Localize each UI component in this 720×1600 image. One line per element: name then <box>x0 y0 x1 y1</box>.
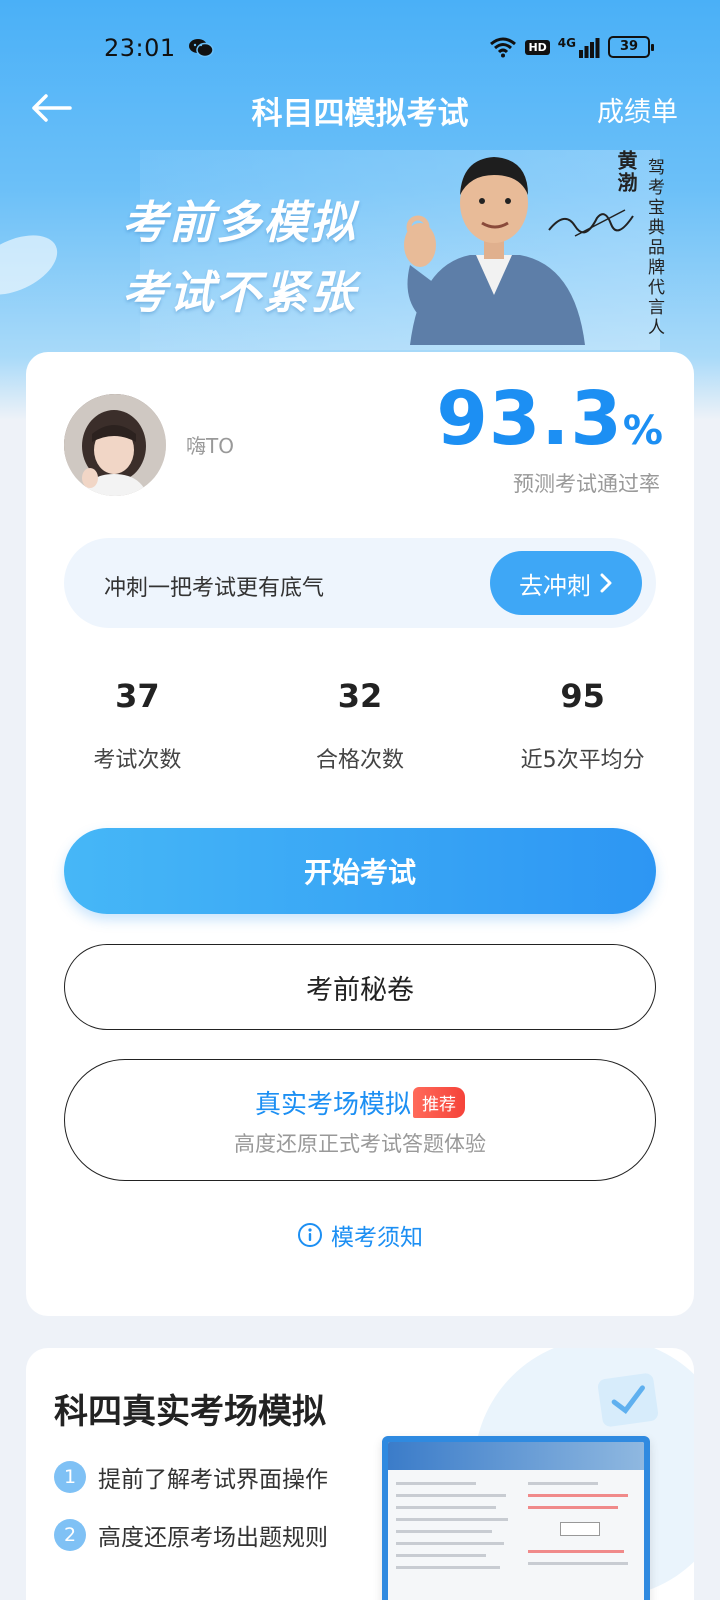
battery-icon: 39 <box>608 36 654 58</box>
stat-value: 32 <box>337 677 383 715</box>
signal-icon <box>579 38 600 58</box>
real-exam-title-text: 真实考场模拟 <box>254 1090 411 1120</box>
real-exam-subtitle: 高度还原正式考试答题体验 <box>234 1132 486 1156</box>
stat-exam-count: 37 考试次数 <box>26 670 249 780</box>
wechat-icon <box>189 39 214 58</box>
pass-rate-unit: % <box>622 408 664 454</box>
info-icon <box>298 1223 322 1247</box>
feature-item: 2 高度还原考场出题规则 <box>54 1518 328 1552</box>
pass-rate-value: 93.3% <box>436 376 664 462</box>
exam-screen-preview <box>382 1436 650 1600</box>
stat-label: 考试次数 <box>93 748 182 773</box>
feature-number: 1 <box>54 1461 86 1493</box>
wifi-icon <box>490 37 517 58</box>
section-title: 科四真实考场模拟 <box>54 1392 326 1432</box>
checkmark-icon <box>596 1372 660 1428</box>
start-exam-button[interactable]: 开始考试 <box>64 828 656 914</box>
spokesperson-image <box>404 157 585 345</box>
signature <box>548 209 634 237</box>
exam-stats: 37 考试次数 32 合格次数 95 近5次平均分 <box>26 670 694 780</box>
banner-slogan: 考前多模拟 考试不紧张 <box>122 188 357 328</box>
endorser-title: 驾考宝典品牌代言人 <box>644 158 664 338</box>
recommend-badge: 推荐 <box>413 1087 465 1118</box>
stat-pass-count: 32 合格次数 <box>249 670 472 780</box>
banner-decoration <box>0 223 67 307</box>
exam-notice-link[interactable]: 模考须知 <box>26 1218 694 1252</box>
navigation-bar: 科目四模拟考试 成绩单 <box>0 80 720 136</box>
score-sheet-link[interactable]: 成绩单 <box>597 90 678 129</box>
sprint-banner: 冲刺一把考试更有底气 去冲刺 <box>64 538 656 628</box>
feature-number: 2 <box>54 1519 86 1551</box>
real-exam-intro-card: 科四真实考场模拟 1 提前了解考试界面操作 2 高度还原考场出题规则 <box>26 1348 694 1600</box>
feature-text: 高度还原考场出题规则 <box>98 1525 328 1551</box>
network-label: 4G <box>557 36 576 50</box>
exam-notice-label: 模考须知 <box>331 1225 423 1251</box>
status-bar: 23:01 HD 4G 39 <box>0 30 720 66</box>
exam-summary-card: 嗨TO 93.3% 预测考试通过率 冲刺一把考试更有底气 去冲刺 37 考试次数… <box>26 352 694 1316</box>
chevron-right-icon <box>600 573 612 593</box>
pass-rate-number: 93.3 <box>436 376 623 462</box>
status-icons: HD 4G 39 <box>489 36 654 58</box>
real-exam-title: 真实考场模拟 推荐 <box>65 1084 655 1121</box>
stat-label: 近5次平均分 <box>520 748 645 773</box>
sprint-button[interactable]: 去冲刺 <box>490 551 642 615</box>
avatar-photo <box>64 394 166 496</box>
feature-item: 1 提前了解考试界面操作 <box>54 1460 328 1494</box>
username: 嗨TO <box>186 434 234 458</box>
stat-label: 合格次数 <box>316 748 405 773</box>
status-time: 23:01 <box>104 34 176 62</box>
real-exam-simulation-button[interactable]: 真实考场模拟 推荐 高度还原正式考试答题体验 <box>64 1059 656 1181</box>
endorser-name: 黄渤 <box>614 150 638 194</box>
secret-paper-button[interactable]: 考前秘卷 <box>64 944 656 1030</box>
sprint-text: 冲刺一把考试更有底气 <box>104 576 325 601</box>
stat-value: 37 <box>115 677 160 715</box>
stat-value: 95 <box>560 677 605 715</box>
hd-badge: HD <box>525 39 550 55</box>
sprint-button-label: 去冲刺 <box>519 571 591 600</box>
stat-average-score: 95 近5次平均分 <box>471 670 694 780</box>
avatar[interactable] <box>64 394 166 496</box>
pass-rate-label: 预测考试通过率 <box>513 472 660 496</box>
feature-text: 提前了解考试界面操作 <box>98 1467 328 1493</box>
slogan-line-1: 考前多模拟 <box>122 196 358 249</box>
slogan-line-2: 考试不紧张 <box>122 266 358 319</box>
